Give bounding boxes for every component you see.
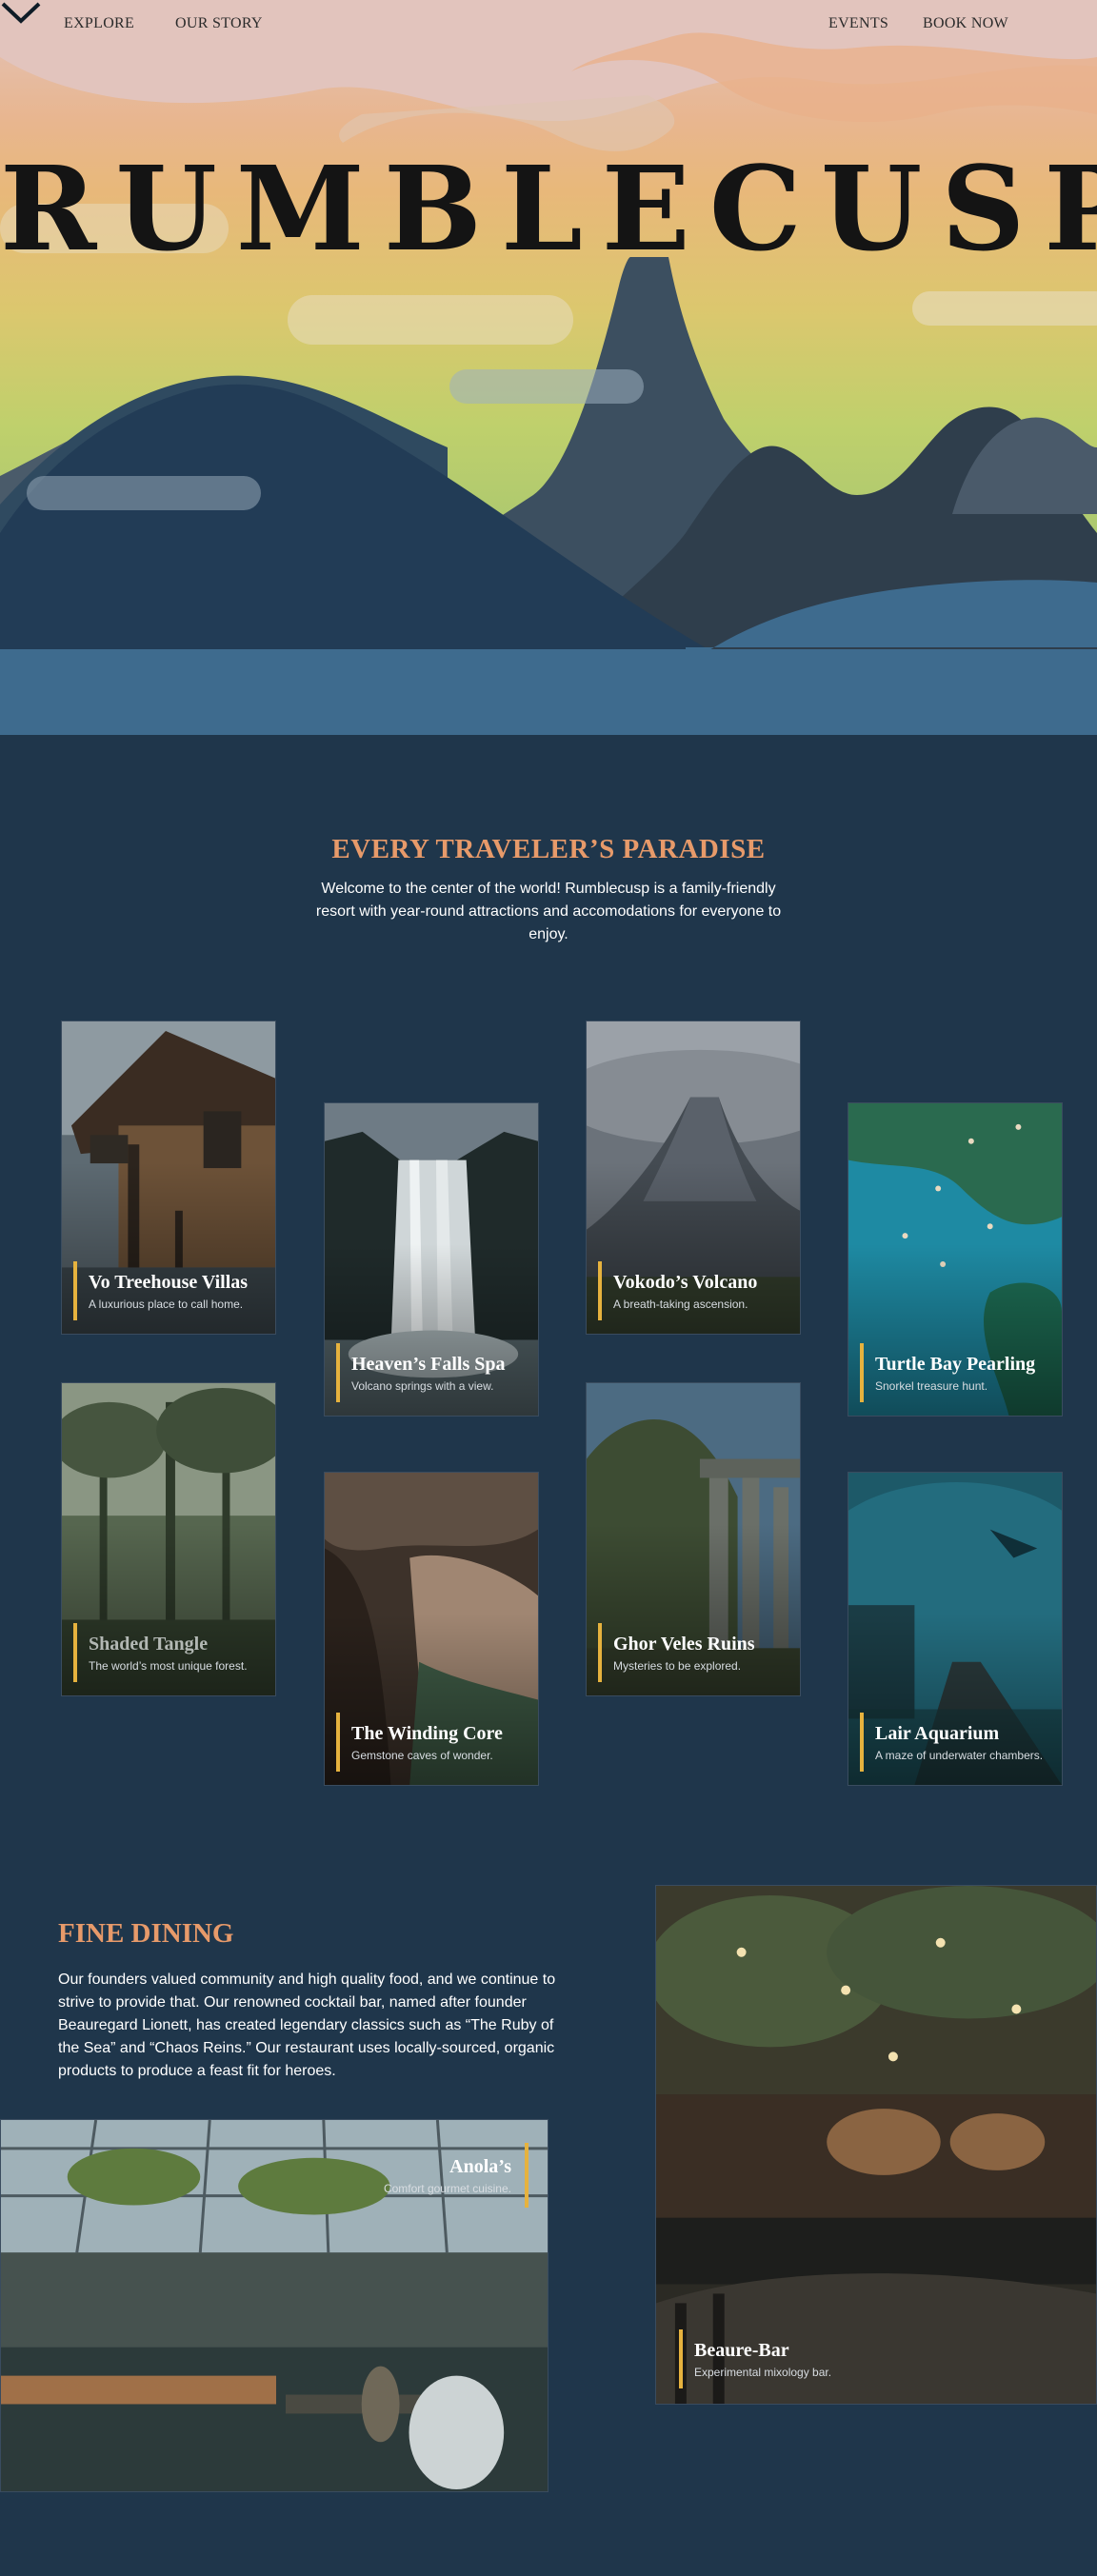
bar-title: Beaure-Bar [694,2340,789,2361]
attraction-card[interactable]: Turtle Bay Pearling Snorkel treasure hun… [848,1102,1063,1417]
bar-subtitle: Experimental mixology bar. [694,2366,832,2379]
chevron-down-icon[interactable] [0,0,42,25]
bar-card[interactable]: Beaure-Bar Experimental mixology bar. [655,1885,1097,2405]
section-title-paradise: EVERY TRAVELER’S PARADISE [331,834,766,864]
attraction-title: Turtle Bay Pearling [875,1354,1036,1375]
attraction-subtitle: A maze of underwater chambers. [875,1749,1044,1762]
attraction-subtitle: Snorkel treasure hunt. [875,1379,988,1393]
attraction-title: Heaven’s Falls Spa [351,1354,506,1375]
hero-banner: EXPLORE OUR STORY EVENTS BOOK NOW RUMBLE… [0,0,1097,735]
attraction-subtitle: The world’s most unique forest. [89,1659,248,1673]
nav-explore-link[interactable]: EXPLORE [64,15,134,32]
nav-events-link[interactable]: EVENTS [828,15,888,32]
nav-book-now-link[interactable]: BOOK NOW [923,15,1008,32]
attraction-title: The Winding Core [351,1723,503,1744]
brand-title: RUMBLECUSP [0,140,1097,277]
attraction-subtitle: A breath-taking ascension. [613,1298,748,1311]
attraction-subtitle: Gemstone caves of wonder. [351,1749,493,1762]
hero-landscape-illustration [0,0,1097,735]
attraction-subtitle: A luxurious place to call home. [89,1298,244,1311]
attraction-card[interactable]: Ghor Veles Ruins Mysteries to be explore… [586,1382,801,1696]
restaurant-card[interactable]: Anola’s Comfort gourmet cuisine. [0,2119,548,2492]
attraction-title: Shaded Tangle [89,1634,209,1655]
attraction-card[interactable]: Vokodo’s Volcano A breath-taking ascensi… [586,1020,801,1335]
attraction-subtitle: Mysteries to be explored. [613,1659,742,1673]
attraction-card[interactable]: Lair Aquarium A maze of underwater chamb… [848,1472,1063,1786]
restaurant-subtitle: Comfort gourmet cuisine. [383,2182,511,2195]
attraction-card[interactable]: The Winding Core Gemstone caves of wonde… [324,1472,539,1786]
attraction-card[interactable]: Shaded Tangle The world’s most unique fo… [61,1382,276,1696]
attraction-title: Lair Aquarium [875,1723,1000,1744]
nav-our-story-link[interactable]: OUR STORY [175,15,263,32]
attraction-title: Ghor Veles Ruins [613,1634,755,1655]
dining-description: Our founders valued community and high q… [58,1972,556,2079]
attraction-title: Vokodo’s Volcano [613,1272,758,1293]
restaurant-title: Anola’s [449,2156,511,2177]
section-title-dining: FINE DINING [58,1918,234,1949]
attraction-card[interactable]: Heaven’s Falls Spa Volcano springs with … [324,1102,539,1417]
section-subtitle-paradise: Welcome to the center of the world! Rumb… [315,881,782,942]
attraction-card[interactable]: Vo Treehouse Villas A luxurious place to… [61,1020,276,1335]
bar-image [656,1886,1096,2404]
attraction-title: Vo Treehouse Villas [89,1272,249,1293]
attraction-subtitle: Volcano springs with a view. [351,1379,494,1393]
